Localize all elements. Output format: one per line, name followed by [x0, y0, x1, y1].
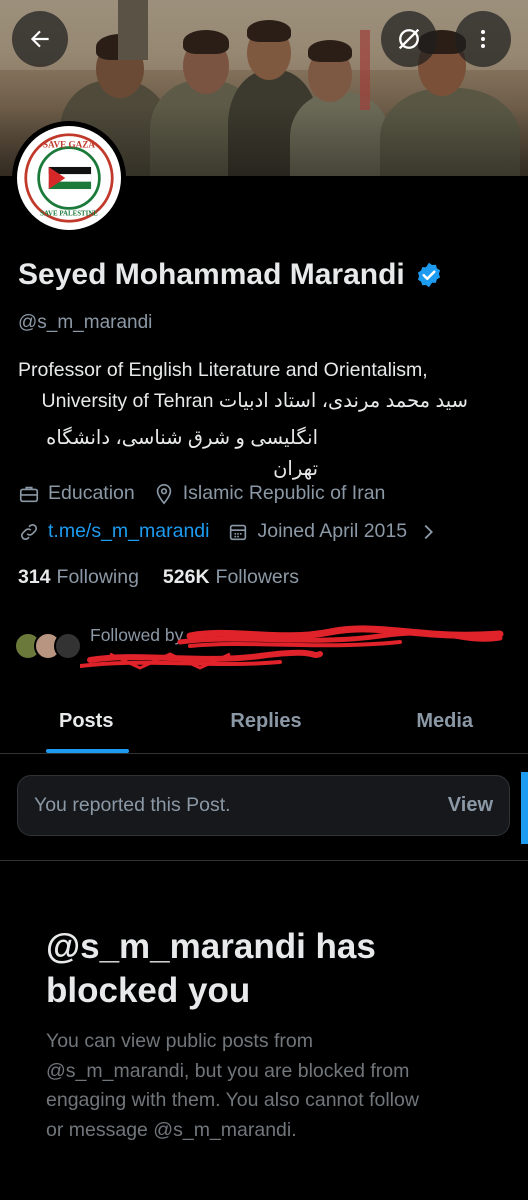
- bio-line-2: University of Tehran سید محمد مرندی، است…: [41, 390, 468, 412]
- profile-tabs: Posts Replies Media: [0, 690, 528, 754]
- briefcase-icon: [19, 486, 39, 502]
- more-vertical-icon: [481, 30, 485, 48]
- save-gaza-logo: SAVE GAZA SAVE PALESTINE: [24, 133, 114, 223]
- link-icon: [20, 523, 38, 540]
- location-pin-icon: [156, 483, 171, 504]
- followed-by-section[interactable]: Followed by: [14, 624, 514, 676]
- divider: [0, 860, 528, 861]
- following-link[interactable]: 314 Following: [18, 566, 139, 589]
- bio-line-1: Professor of English Literature and Orie…: [18, 359, 428, 381]
- profile-handle: @s_m_marandi: [18, 312, 153, 333]
- profile-location: Islamic Republic of Iran: [153, 482, 385, 505]
- svg-text:SAVE PALESTINE: SAVE PALESTINE: [40, 211, 98, 218]
- reported-post-text: You reported this Post.: [34, 794, 231, 816]
- followers-link[interactable]: 526K Followers: [163, 566, 299, 589]
- no-translate-icon: [398, 28, 420, 50]
- chevron-right-icon[interactable]: [417, 521, 439, 543]
- profile-name-row: Seyed Mohammad Marandi: [18, 258, 443, 292]
- tab-replies[interactable]: Replies: [197, 690, 335, 753]
- avatar[interactable]: SAVE GAZA SAVE PALESTINE: [12, 121, 126, 235]
- verified-badge-icon[interactable]: [415, 261, 443, 289]
- follower-avatar-3: [54, 632, 82, 660]
- profile-category: Education: [18, 482, 135, 505]
- calendar-icon: [230, 524, 247, 540]
- profile-name: Seyed Mohammad Marandi: [18, 258, 405, 291]
- profile-website[interactable]: t.me/s_m_marandi: [18, 520, 209, 543]
- tab-media[interactable]: Media: [335, 690, 528, 753]
- follow-counts: 314 Following 526K Followers: [18, 566, 299, 589]
- back-arrow-icon: [30, 30, 49, 48]
- blocked-title: @s_m_marandi has blocked you: [46, 927, 376, 1010]
- profile-bio: Professor of English Literature and Orie…: [18, 355, 508, 485]
- scroll-indicator[interactable]: [521, 772, 528, 844]
- bio-line-3: انگلیسی و شرق شناسی، دانشگاه تهران: [46, 427, 318, 480]
- back-button[interactable]: [12, 11, 68, 67]
- profile-meta-row-2: t.me/s_m_marandi Joined April 2015: [18, 520, 447, 543]
- blocked-description: You can view public posts from @s_m_mara…: [46, 1030, 419, 1141]
- svg-text:SAVE GAZA: SAVE GAZA: [43, 140, 96, 150]
- redaction-scribble: [80, 625, 504, 670]
- no-translate-button[interactable]: [381, 11, 437, 67]
- profile-meta-row-1: Education Islamic Republic of Iran: [18, 482, 385, 505]
- profile-joined: Joined April 2015: [227, 520, 407, 543]
- tab-posts[interactable]: Posts: [0, 690, 197, 753]
- view-reported-post-button[interactable]: View: [448, 794, 493, 817]
- reported-post-notice: You reported this Post. View: [17, 775, 510, 836]
- more-options-button[interactable]: [455, 11, 511, 67]
